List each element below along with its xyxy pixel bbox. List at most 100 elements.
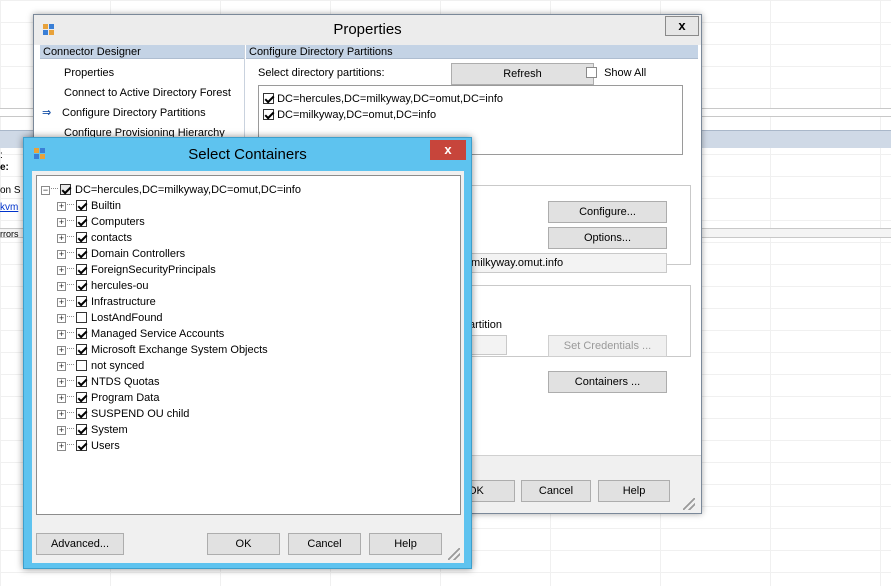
- checkbox-icon[interactable]: [76, 280, 87, 291]
- checkbox-icon[interactable]: [76, 344, 87, 355]
- tree-node[interactable]: + Infrastructure: [41, 294, 456, 310]
- configure-button[interactable]: Configure...: [548, 201, 667, 223]
- tree-connector: [67, 444, 74, 445]
- tree-node[interactable]: + hercules-ou: [41, 278, 456, 294]
- tree-node[interactable]: + Domain Controllers: [41, 246, 456, 262]
- tree-node[interactable]: + Computers: [41, 214, 456, 230]
- resize-grip-icon[interactable]: [448, 548, 460, 560]
- expand-icon[interactable]: +: [57, 394, 66, 403]
- tree-node-label: Managed Service Accounts: [91, 328, 225, 340]
- container-tree[interactable]: − DC=hercules,DC=milkyway,DC=omut,DC=info…: [36, 175, 461, 515]
- checkbox-icon[interactable]: [76, 440, 87, 451]
- expand-icon[interactable]: +: [57, 218, 66, 227]
- containers-button[interactable]: Containers ...: [548, 371, 667, 393]
- set-credentials-button[interactable]: Set Credentials ...: [548, 335, 667, 357]
- checkbox-icon[interactable]: [76, 408, 87, 419]
- refresh-button[interactable]: Refresh: [451, 63, 594, 85]
- expand-icon[interactable]: +: [57, 298, 66, 307]
- help-button[interactable]: Help: [598, 480, 670, 502]
- nav-item-configure-partitions[interactable]: ⇒ Configure Directory Partitions: [40, 103, 244, 123]
- tree-connector: [67, 348, 74, 349]
- checkbox-icon[interactable]: [76, 392, 87, 403]
- expand-icon[interactable]: +: [57, 410, 66, 419]
- list-item[interactable]: DC=milkyway,DC=omut,DC=info: [263, 107, 678, 123]
- tree-node[interactable]: + Microsoft Exchange System Objects: [41, 342, 456, 358]
- domain-field[interactable]: .milkyway.omut.info: [465, 253, 667, 273]
- tree-connector: [67, 220, 74, 221]
- tree-node[interactable]: + ForeignSecurityPrincipals: [41, 262, 456, 278]
- expand-icon[interactable]: +: [57, 426, 66, 435]
- ok-button[interactable]: OK: [207, 533, 280, 555]
- checkbox-icon[interactable]: [76, 312, 87, 323]
- tree-node[interactable]: + System: [41, 422, 456, 438]
- tree-node-label: Microsoft Exchange System Objects: [91, 344, 268, 356]
- app-icon: [43, 24, 54, 35]
- expand-icon[interactable]: +: [57, 378, 66, 387]
- cancel-button[interactable]: Cancel: [288, 533, 361, 555]
- advanced-button[interactable]: Advanced...: [36, 533, 124, 555]
- expand-icon[interactable]: +: [57, 282, 66, 291]
- checkbox-icon[interactable]: [76, 264, 87, 275]
- expand-icon[interactable]: +: [57, 202, 66, 211]
- tree-node[interactable]: + Program Data: [41, 390, 456, 406]
- help-button[interactable]: Help: [369, 533, 442, 555]
- list-item[interactable]: DC=hercules,DC=milkyway,DC=omut,DC=info: [263, 91, 678, 107]
- tree-node[interactable]: + LostAndFound: [41, 310, 456, 326]
- checkbox-icon[interactable]: [76, 296, 87, 307]
- expand-icon[interactable]: +: [57, 250, 66, 259]
- checkbox-icon[interactable]: [76, 232, 87, 243]
- checkbox-icon[interactable]: [60, 184, 71, 195]
- tree-node-label: hercules-ou: [91, 280, 149, 292]
- tree-connector: [67, 236, 74, 237]
- tree-connector: [67, 412, 74, 413]
- partition-label: DC=milkyway,DC=omut,DC=info: [277, 109, 437, 121]
- checkbox-icon[interactable]: [76, 328, 87, 339]
- expand-icon[interactable]: +: [57, 362, 66, 371]
- cancel-button[interactable]: Cancel: [521, 480, 591, 502]
- ok-button[interactable]: OK: [467, 480, 515, 502]
- expand-icon[interactable]: +: [57, 234, 66, 243]
- checkbox-icon[interactable]: [76, 424, 87, 435]
- tree-root-node[interactable]: − DC=hercules,DC=milkyway,DC=omut,DC=info: [41, 182, 456, 198]
- nav-item-properties[interactable]: Properties: [40, 63, 244, 83]
- show-all-checkbox[interactable]: Show All: [586, 67, 646, 79]
- tree-node[interactable]: + NTDS Quotas: [41, 374, 456, 390]
- tree-node[interactable]: + Managed Service Accounts: [41, 326, 456, 342]
- tree-node[interactable]: + not synced: [41, 358, 456, 374]
- checkbox-icon[interactable]: [76, 200, 87, 211]
- close-button[interactable]: x: [430, 140, 466, 160]
- panel-header: Configure Directory Partitions: [246, 45, 698, 59]
- expand-icon[interactable]: +: [57, 266, 66, 275]
- tree-node[interactable]: + Users: [41, 438, 456, 454]
- partition-label: DC=hercules,DC=milkyway,DC=omut,DC=info: [277, 93, 504, 105]
- select-containers-dialog: Select Containers x − DC=hercules,DC=milk…: [23, 137, 472, 569]
- panel-header: Connector Designer: [40, 45, 244, 59]
- nav-item-connect-forest[interactable]: Connect to Active Directory Forest: [40, 83, 244, 103]
- tree-node-label: LostAndFound: [91, 312, 163, 324]
- tree-connector: [67, 332, 74, 333]
- collapse-icon[interactable]: −: [41, 186, 50, 195]
- tree-node[interactable]: + SUSPEND OU child: [41, 406, 456, 422]
- expand-icon[interactable]: +: [57, 442, 66, 451]
- arrow-right-icon: ⇒: [42, 107, 52, 119]
- checkbox-icon[interactable]: [76, 216, 87, 227]
- close-button[interactable]: x: [665, 16, 699, 36]
- tree-connector: [67, 284, 74, 285]
- tree-node[interactable]: + contacts: [41, 230, 456, 246]
- tree-connector: [67, 364, 74, 365]
- options-button[interactable]: Options...: [548, 227, 667, 249]
- checkbox-icon[interactable]: [76, 376, 87, 387]
- checkbox-icon: [586, 67, 597, 78]
- expand-icon[interactable]: +: [57, 346, 66, 355]
- tree-connector: [67, 252, 74, 253]
- checkbox-icon[interactable]: [76, 248, 87, 259]
- expand-icon[interactable]: +: [57, 314, 66, 323]
- checkbox-icon[interactable]: [76, 360, 87, 371]
- resize-grip-icon[interactable]: [683, 498, 695, 510]
- properties-title: Properties: [333, 21, 402, 38]
- tree-node[interactable]: + Builtin: [41, 198, 456, 214]
- expand-icon[interactable]: +: [57, 330, 66, 339]
- tree-node-label: DC=hercules,DC=milkyway,DC=omut,DC=info: [75, 184, 301, 196]
- tree-node-label: Domain Controllers: [91, 248, 186, 260]
- tree-connector: [51, 188, 58, 189]
